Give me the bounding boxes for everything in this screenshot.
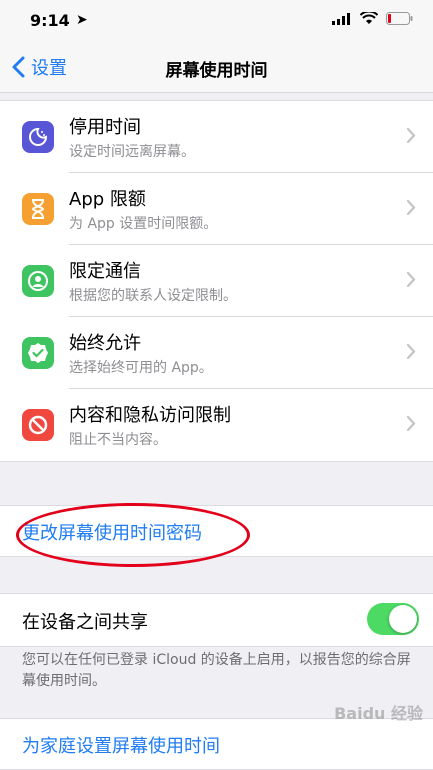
checkmark-badge-icon bbox=[22, 337, 54, 369]
downtime-icon bbox=[22, 121, 54, 153]
chevron-right-icon bbox=[406, 343, 416, 360]
item-subtitle: 根据您的联系人设定限制。 bbox=[69, 288, 237, 304]
hourglass-icon bbox=[22, 193, 54, 225]
change-passcode-button[interactable]: 更改屏幕使用时间密码 bbox=[22, 519, 202, 545]
item-subtitle: 阻止不当内容。 bbox=[69, 432, 167, 448]
share-footer-note: 您可以在任何已登录 iCloud 的设备上启用，以报告您的综合屏幕使用时间。 bbox=[22, 652, 411, 689]
item-subtitle: 选择始终可用的 App。 bbox=[69, 360, 213, 376]
chevron-right-icon bbox=[406, 199, 416, 216]
list-item-communication-limits[interactable]: 限定通信 根据您的联系人设定限制。 bbox=[0, 245, 433, 317]
page-title: 屏幕使用时间 bbox=[165, 61, 268, 81]
item-title: 限定通信 bbox=[69, 261, 141, 282]
wifi-icon bbox=[360, 12, 378, 24]
status-time: 9:14 bbox=[30, 11, 70, 30]
chevron-right-icon bbox=[406, 271, 416, 288]
list-item-always-allowed[interactable]: 始终允许 选择始终可用的 App。 bbox=[0, 317, 433, 389]
share-across-devices-toggle[interactable] bbox=[367, 603, 419, 635]
item-subtitle: 为 App 设置时间限额。 bbox=[69, 216, 218, 232]
watermark: Baidu 经验 bbox=[334, 704, 423, 723]
restricted-icon bbox=[22, 409, 54, 441]
chevron-right-icon bbox=[406, 415, 416, 432]
screen-time-options-group: 停用时间 设定时间远离屏幕。 App 限额 为 App 设置时间限额。 限定通信… bbox=[0, 100, 433, 462]
item-title: 内容和隐私访问限制 bbox=[69, 405, 231, 426]
chevron-right-icon bbox=[406, 127, 416, 144]
contact-icon bbox=[22, 265, 54, 297]
share-group: 在设备之间共享 bbox=[0, 593, 433, 647]
passcode-group: 更改屏幕使用时间密码 bbox=[0, 505, 433, 557]
family-setup-button[interactable]: 为家庭设置屏幕使用时间 bbox=[22, 732, 220, 758]
share-across-devices-label: 在设备之间共享 bbox=[22, 612, 148, 633]
item-title: 始终允许 bbox=[69, 333, 141, 354]
item-subtitle: 设定时间远离屏幕。 bbox=[69, 144, 195, 160]
navigation-bar: 设置 屏幕使用时间 bbox=[0, 44, 433, 93]
item-title: 停用时间 bbox=[69, 117, 141, 138]
list-item-downtime[interactable]: 停用时间 设定时间远离屏幕。 bbox=[0, 101, 433, 173]
signal-icon bbox=[332, 12, 350, 25]
list-item-app-limits[interactable]: App 限额 为 App 设置时间限额。 bbox=[0, 173, 433, 245]
status-bar: 9:14 ➤ bbox=[0, 0, 433, 44]
location-arrow-icon: ➤ bbox=[76, 12, 88, 28]
family-group: 为家庭设置屏幕使用时间 bbox=[0, 718, 433, 770]
item-title: App 限额 bbox=[69, 189, 146, 210]
battery-icon bbox=[386, 12, 413, 25]
list-item-content-privacy-restrictions[interactable]: 内容和隐私访问限制 阻止不当内容。 bbox=[0, 389, 433, 461]
